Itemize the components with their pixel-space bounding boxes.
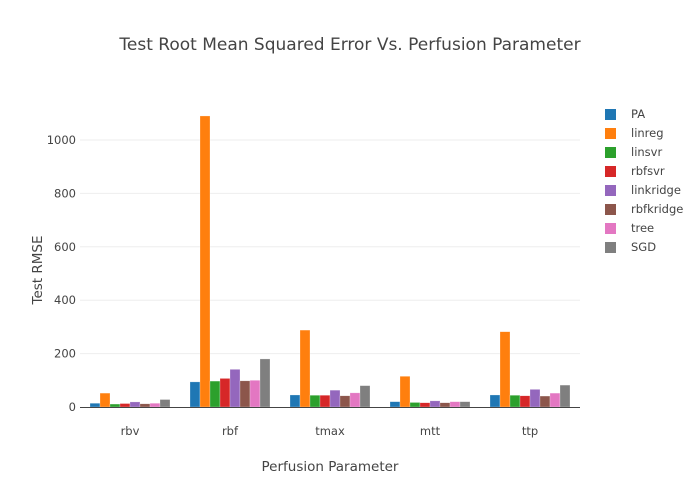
x-tick-label: rbv bbox=[121, 424, 140, 438]
bar-linsvr-tmax bbox=[309, 395, 321, 408]
x-tick-label: mtt bbox=[420, 424, 441, 438]
bar-tree-tmax bbox=[349, 392, 361, 408]
x-tick-label: tmax bbox=[315, 424, 345, 438]
legend-swatch bbox=[605, 242, 616, 253]
chart: Test Root Mean Squared Error Vs. Perfusi… bbox=[30, 35, 683, 475]
legend-item-linsvr[interactable]: linsvr bbox=[605, 145, 662, 159]
bar-tree-ttp bbox=[549, 392, 561, 408]
bar-SGD-rbv bbox=[159, 399, 171, 408]
bar-rbfkridge-ttp bbox=[539, 395, 551, 408]
y-tick-label: 1000 bbox=[47, 133, 76, 147]
legend-item-PA[interactable]: PA bbox=[605, 107, 645, 121]
bar-linreg-ttp bbox=[499, 331, 511, 408]
bar-linkridge-rbf bbox=[229, 369, 241, 408]
bar-PA-ttp bbox=[489, 394, 501, 408]
bar-linkridge-tmax bbox=[329, 389, 341, 408]
bar-linsvr-rbv bbox=[109, 403, 121, 408]
bar-linkridge-rbv bbox=[129, 401, 141, 408]
bar-PA-rbf bbox=[189, 381, 201, 408]
x-axis-title: Perfusion Parameter bbox=[262, 459, 399, 475]
bar-rbfsvr-rbf bbox=[219, 378, 231, 408]
bar-rbfkridge-mtt bbox=[439, 402, 451, 408]
bar-tree-mtt bbox=[449, 401, 461, 408]
x-tick-label: ttp bbox=[522, 424, 538, 438]
legend-label: rbfsvr bbox=[631, 164, 665, 178]
bar-rbfkridge-rbf bbox=[239, 380, 251, 408]
legend-swatch bbox=[605, 185, 616, 196]
legend-label: PA bbox=[631, 107, 645, 121]
bar-linreg-rbf bbox=[199, 115, 211, 408]
y-tick-label: 800 bbox=[54, 186, 76, 200]
legend-item-linreg[interactable]: linreg bbox=[605, 126, 664, 140]
y-tick-label: 400 bbox=[54, 293, 76, 307]
x-tick-label: rbf bbox=[222, 424, 239, 438]
y-axis-title: Test RMSE bbox=[30, 235, 46, 305]
legend-label: linreg bbox=[631, 126, 664, 140]
bar-SGD-ttp bbox=[559, 384, 571, 408]
bar-rbfsvr-tmax bbox=[319, 395, 331, 408]
y-tick-label: 600 bbox=[54, 240, 76, 254]
bar-rbfkridge-tmax bbox=[339, 395, 351, 408]
bar-PA-rbv bbox=[89, 403, 101, 408]
legend-label: SGD bbox=[631, 240, 656, 254]
bar-PA-tmax bbox=[289, 394, 301, 408]
bar-linreg-tmax bbox=[299, 329, 311, 408]
bar-SGD-rbf bbox=[259, 358, 271, 408]
bar-linreg-rbv bbox=[99, 392, 111, 408]
bar-tree-rbv bbox=[149, 403, 161, 408]
legend-swatch bbox=[605, 223, 616, 234]
legend-item-SGD[interactable]: SGD bbox=[605, 240, 656, 254]
legend-label: linkridge bbox=[631, 183, 681, 197]
bar-linsvr-mtt bbox=[409, 402, 421, 408]
bar-SGD-tmax bbox=[359, 385, 371, 408]
bars bbox=[89, 115, 571, 408]
grid-lines bbox=[80, 139, 580, 355]
bar-linsvr-rbf bbox=[209, 380, 221, 408]
legend-label: rbfkridge bbox=[631, 202, 683, 216]
bar-tree-rbf bbox=[249, 380, 261, 408]
legend-item-linkridge[interactable]: linkridge bbox=[605, 183, 681, 197]
legend-label: tree bbox=[631, 221, 654, 235]
bar-rbfsvr-mtt bbox=[419, 402, 431, 408]
bar-rbfsvr-ttp bbox=[519, 395, 531, 408]
legend-swatch bbox=[605, 147, 616, 158]
y-tick-label: 200 bbox=[54, 347, 76, 361]
x-tick-labels: rbv rbf tmax mtt ttp bbox=[121, 424, 539, 438]
bar-linreg-mtt bbox=[399, 376, 411, 408]
legend-swatch bbox=[605, 204, 616, 215]
legend: PA linreg linsvr rbfsvr linkridge rbfkridge tr… bbox=[605, 107, 683, 254]
y-tick-label: 0 bbox=[69, 400, 76, 414]
y-tick-labels: 0 200 400 600 800 1000 bbox=[47, 133, 76, 414]
legend-label: linsvr bbox=[631, 145, 662, 159]
legend-item-rbfsvr[interactable]: rbfsvr bbox=[605, 164, 665, 178]
bar-linsvr-ttp bbox=[509, 395, 521, 408]
bar-rbfsvr-rbv bbox=[119, 403, 131, 408]
legend-swatch bbox=[605, 109, 616, 120]
legend-item-tree[interactable]: tree bbox=[605, 221, 654, 235]
bar-linkridge-mtt bbox=[429, 400, 441, 408]
legend-item-rbfkridge[interactable]: rbfkridge bbox=[605, 202, 683, 216]
legend-swatch bbox=[605, 128, 616, 139]
bar-linkridge-ttp bbox=[529, 389, 541, 408]
bar-PA-mtt bbox=[389, 401, 401, 408]
bar-rbfkridge-rbv bbox=[139, 403, 151, 408]
chart-title: Test Root Mean Squared Error Vs. Perfusi… bbox=[118, 35, 580, 55]
bar-SGD-mtt bbox=[459, 401, 471, 408]
legend-swatch bbox=[605, 166, 616, 177]
